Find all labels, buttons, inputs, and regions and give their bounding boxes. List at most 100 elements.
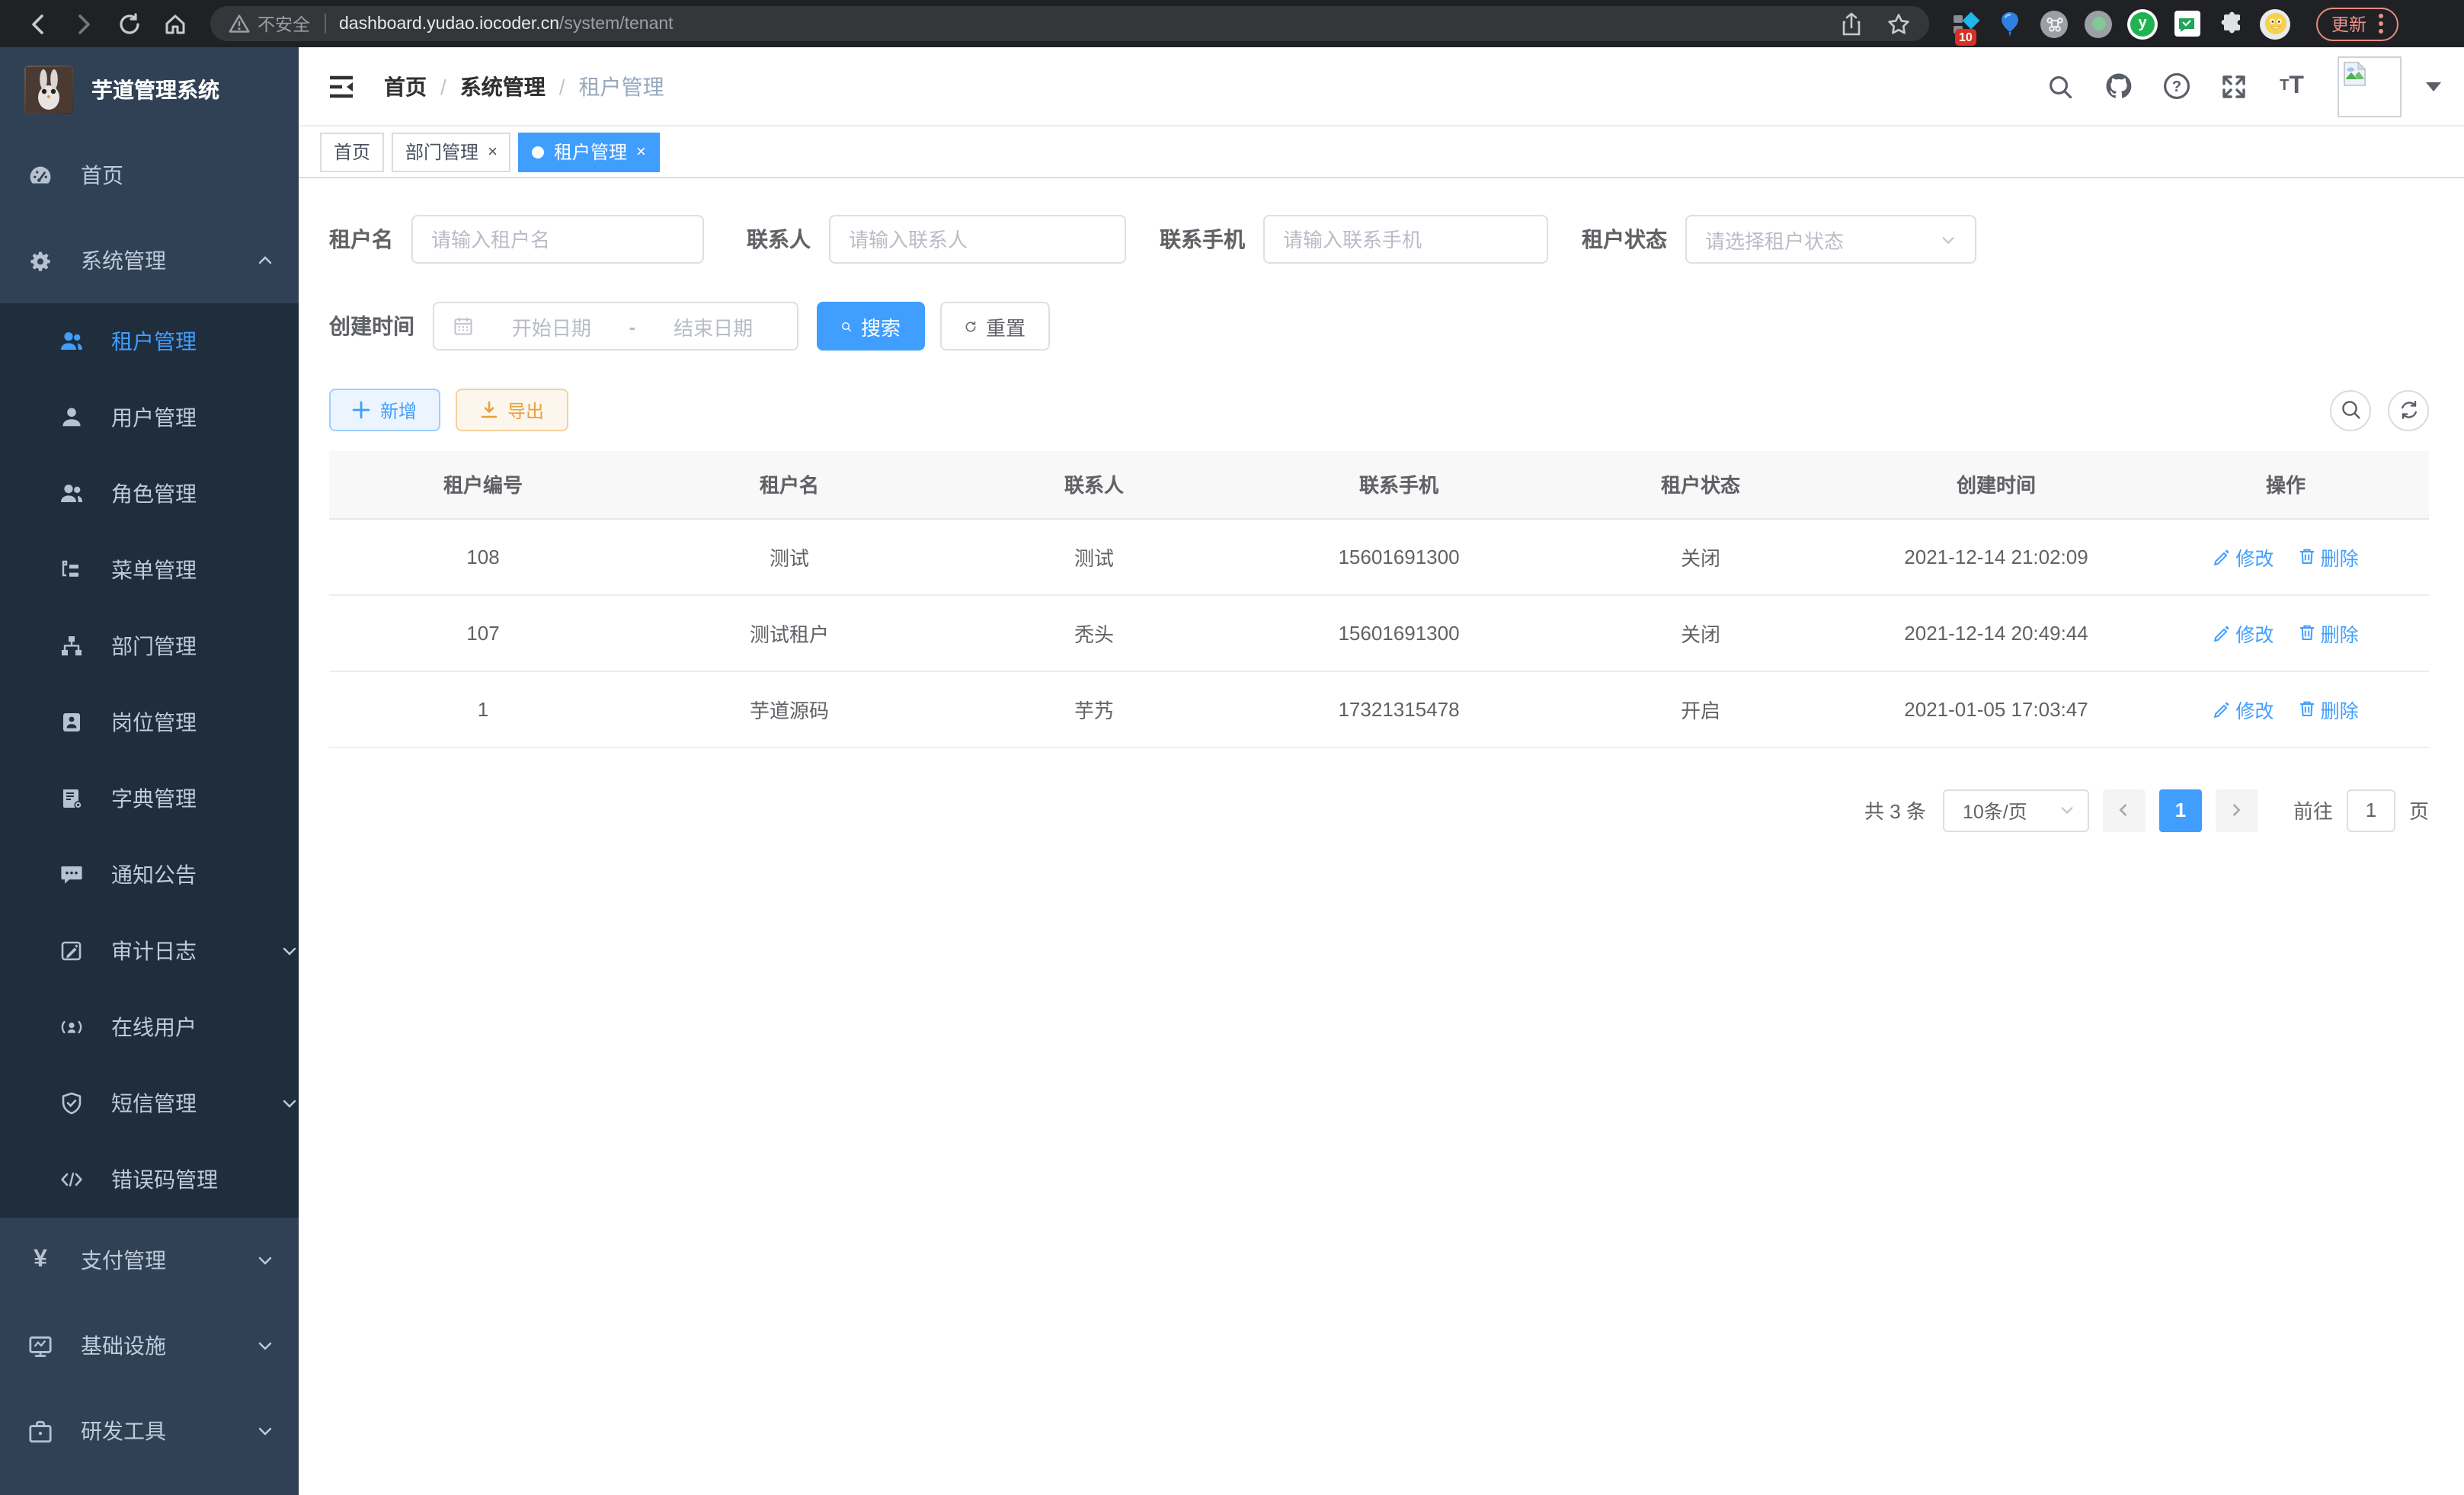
sidebar-item-dept[interactable]: 部门管理 [0, 608, 299, 684]
next-page-button[interactable] [2216, 789, 2258, 831]
trash-icon [2298, 547, 2316, 565]
app-title: 芋道管理系统 [91, 75, 219, 105]
edit-link[interactable]: 修改 [2213, 542, 2274, 571]
browser-forward-icon[interactable] [61, 4, 107, 43]
plus-icon [353, 401, 371, 419]
delete-link[interactable]: 删除 [2298, 542, 2359, 571]
sidebar-item-error-code[interactable]: 错误码管理 [0, 1141, 299, 1218]
breadcrumb-current: 租户管理 [579, 71, 664, 101]
delete-link[interactable]: 删除 [2298, 618, 2359, 647]
gear-icon [27, 248, 53, 274]
sidebar-item-system[interactable]: 系统管理 [0, 218, 299, 303]
sidebar-item-label: 研发工具 [81, 1416, 166, 1446]
profile-avatar[interactable] [2260, 8, 2290, 39]
tenant-name-input[interactable] [431, 228, 684, 251]
page-size-select[interactable]: 10条/页 [1943, 789, 2089, 831]
url-path[interactable]: /system/tenant [559, 14, 674, 33]
goto-page-input[interactable] [2347, 789, 2395, 831]
update-label: 更新 [2331, 11, 2366, 36]
cell-phone: 15601691300 [1246, 594, 1551, 671]
font-size-icon[interactable]: TT [2274, 68, 2310, 104]
trash-icon [2298, 699, 2316, 718]
bookmark-star-icon[interactable] [1886, 11, 1911, 36]
address-bar[interactable]: 不安全 dashboard.yudao.iocoder.cn/system/te… [210, 6, 1929, 41]
extension-pin-icon[interactable]: 10 [1950, 8, 1981, 39]
sidebar-item-label: 岗位管理 [111, 707, 197, 738]
sidebar-item-infra[interactable]: 基础设施 [0, 1303, 299, 1388]
extension-balloon-icon[interactable] [1995, 8, 2025, 39]
search-button[interactable]: 搜索 [817, 302, 925, 351]
browser-home-icon[interactable] [152, 4, 198, 43]
phone-input[interactable] [1283, 228, 1528, 251]
url-host[interactable]: dashboard.yudao.iocoder.cn [339, 14, 559, 33]
sidebar-item-label: 错误码管理 [111, 1164, 218, 1195]
edit-link[interactable]: 修改 [2213, 618, 2274, 647]
delete-link[interactable]: 删除 [2298, 694, 2359, 723]
sidebar-item-menu[interactable]: 菜单管理 [0, 532, 299, 608]
infra-monitor-icon [27, 1333, 53, 1359]
page-number-current[interactable]: 1 [2159, 789, 2202, 831]
breadcrumb-system[interactable]: 系统管理 [460, 71, 546, 101]
sidebar-item-post[interactable]: 岗位管理 [0, 684, 299, 760]
sidebar-item-tenant[interactable]: 租户管理 [0, 303, 299, 379]
browser-reload-icon[interactable] [107, 4, 152, 43]
sidebar-item-notice[interactable]: 通知公告 [0, 837, 299, 913]
created-date-range[interactable]: 开始日期 - 结束日期 [433, 302, 798, 351]
sidebar-item-home[interactable]: 首页 [0, 133, 299, 218]
extension-y-icon[interactable]: y [2127, 8, 2158, 39]
tab-tenant[interactable]: 租户管理 × [519, 132, 660, 171]
sms-shield-icon [59, 1091, 84, 1116]
sidebar-item-label: 角色管理 [111, 479, 197, 509]
page-size-value: 10条/页 [1963, 796, 2059, 824]
extensions-puzzle-icon[interactable] [2216, 8, 2246, 39]
browser-menu-icon[interactable] [2379, 14, 2383, 34]
tab-close-icon[interactable]: × [636, 142, 646, 161]
add-button[interactable]: 新增 [329, 389, 440, 431]
share-icon[interactable] [1841, 11, 1862, 36]
extension-command-icon[interactable] [2039, 8, 2069, 39]
logo-image [24, 66, 73, 114]
refresh-table-button[interactable] [2388, 389, 2429, 431]
roles-users-icon [59, 482, 84, 506]
reset-button[interactable]: 重置 [940, 302, 1050, 351]
cell-status: 关闭 [1551, 518, 1850, 594]
extension-dot-icon[interactable] [2083, 8, 2114, 39]
delete-link-label: 删除 [2321, 618, 2359, 647]
github-icon[interactable] [2100, 68, 2136, 104]
edit-link[interactable]: 修改 [2213, 694, 2274, 723]
security-label[interactable]: 不安全 [258, 11, 310, 36]
status-select[interactable]: 请选择租户状态 [1685, 215, 1976, 264]
fullscreen-icon[interactable] [2216, 68, 2252, 104]
export-button[interactable]: 导出 [456, 389, 568, 431]
sidebar-item-devtools[interactable]: 研发工具 [0, 1388, 299, 1474]
browser-back-icon[interactable] [15, 4, 61, 43]
help-question-icon[interactable]: ? [2158, 68, 2194, 104]
header-search-icon[interactable] [2042, 68, 2078, 104]
sidebar-item-pay[interactable]: ¥ 支付管理 [0, 1218, 299, 1303]
tab-home[interactable]: 首页 [320, 132, 384, 171]
sidebar-item-sms[interactable]: 短信管理 [0, 1065, 299, 1141]
tenant-name-input-wrap [411, 215, 704, 264]
user-avatar[interactable] [2338, 56, 2402, 117]
active-dot [533, 146, 545, 158]
prev-page-button[interactable] [2103, 789, 2146, 831]
sidebar-item-online-user[interactable]: 在线用户 [0, 989, 299, 1065]
navbar: 首页 / 系统管理 / 租户管理 ? [299, 47, 2464, 126]
browser-update-button[interactable]: 更新 [2316, 7, 2398, 40]
tab-close-icon[interactable]: × [488, 142, 498, 161]
devtools-briefcase-icon [27, 1418, 53, 1444]
delete-link-label: 删除 [2321, 694, 2359, 723]
avatar-dropdown-caret[interactable] [2426, 82, 2441, 91]
cell-created: 2021-12-14 20:49:44 [1850, 594, 2142, 671]
extension-chat-icon[interactable] [2171, 8, 2202, 39]
sidebar-item-dict[interactable]: 字典管理 [0, 760, 299, 837]
sidebar-item-audit-log[interactable]: 审计日志 [0, 913, 299, 989]
sidebar-item-role[interactable]: 角色管理 [0, 456, 299, 532]
toggle-search-button[interactable] [2330, 389, 2371, 431]
tab-dept[interactable]: 部门管理 × [392, 132, 511, 171]
breadcrumb-home[interactable]: 首页 [384, 71, 427, 101]
contact-input[interactable] [849, 228, 1106, 251]
sidebar-logo[interactable]: 芋道管理系统 [0, 47, 299, 133]
sidebar-collapse-icon[interactable] [326, 71, 357, 101]
sidebar-item-user[interactable]: 用户管理 [0, 379, 299, 456]
